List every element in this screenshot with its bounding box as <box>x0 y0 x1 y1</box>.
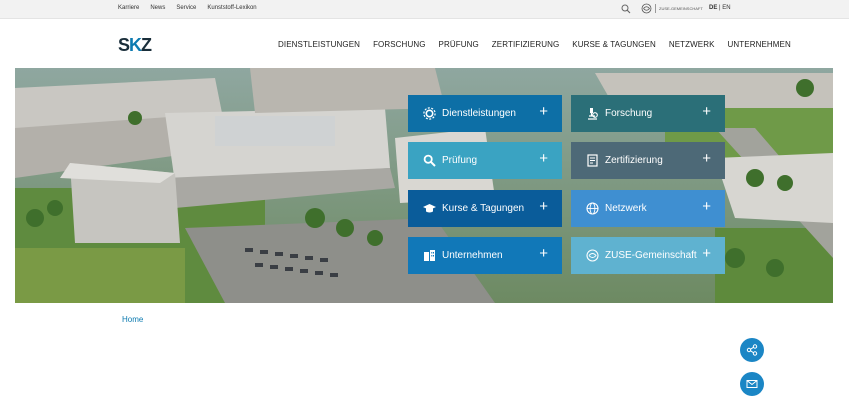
certificate-icon <box>587 154 598 167</box>
nav-kurse-tagungen[interactable]: KURSE & TAGUNGEN <box>572 40 656 49</box>
building-icon <box>424 250 435 261</box>
top-bar: Karriere News Service Kunststoff-Lexikon… <box>0 0 849 19</box>
plus-icon: + <box>702 150 711 167</box>
top-link-service[interactable]: Service <box>176 5 196 11</box>
zuse-icon <box>586 249 599 262</box>
top-link-lexikon[interactable]: Kunststoff-Lexikon <box>207 5 256 11</box>
plus-icon: + <box>539 245 548 262</box>
nav-zertifizierung[interactable]: ZERTIFIZIERUNG <box>492 40 559 49</box>
nav-forschung[interactable]: FORSCHUNG <box>373 40 425 49</box>
plus-icon: + <box>539 198 548 215</box>
lang-separator: | <box>719 5 721 11</box>
skz-logo[interactable]: SKZ <box>118 35 152 56</box>
main-nav: DIENSTLEISTUNGEN FORSCHUNG PRÜFUNG ZERTI… <box>278 40 791 49</box>
hero-aerial-image: Dienstleistungen + Forschung + Prüfung +… <box>15 68 833 303</box>
top-link-karriere[interactable]: Karriere <box>118 5 139 11</box>
tile-kurse-tagungen[interactable]: Kurse & Tagungen + <box>408 190 562 227</box>
magnifier-icon <box>423 154 436 167</box>
tile-netzwerk[interactable]: Netzwerk + <box>571 190 725 227</box>
tile-unternehmen[interactable]: Unternehmen + <box>408 237 562 274</box>
lang-de[interactable]: DE <box>709 5 717 11</box>
nav-netzwerk[interactable]: NETZWERK <box>669 40 715 49</box>
language-switch: DE | EN <box>709 5 731 11</box>
tile-dienstleistungen[interactable]: Dienstleistungen + <box>408 95 562 132</box>
plus-icon: + <box>702 103 711 120</box>
tile-zertifizierung[interactable]: Zertifizierung + <box>571 142 725 179</box>
email-button[interactable] <box>740 372 764 396</box>
lang-en[interactable]: EN <box>722 5 730 11</box>
nav-pruefung[interactable]: PRÜFUNG <box>439 40 479 49</box>
microscope-icon <box>588 108 598 120</box>
tile-pruefung[interactable]: Prüfung + <box>408 142 562 179</box>
graduation-cap-icon <box>423 204 436 213</box>
plus-icon: + <box>702 198 711 215</box>
plus-icon: + <box>702 245 711 262</box>
zuse-link[interactable]: ZUSE-GEMEINSCHAFT <box>641 3 703 14</box>
tile-zuse-gemeinschaft[interactable]: ZUSE-Gemeinschaft + <box>571 237 725 274</box>
share-icon <box>746 344 758 356</box>
zuse-label: ZUSE-GEMEINSCHAFT <box>659 6 703 11</box>
share-button[interactable] <box>740 338 764 362</box>
nav-dienstleistungen[interactable]: DIENSTLEISTUNGEN <box>278 40 360 49</box>
globe-icon <box>586 202 599 215</box>
top-links: Karriere News Service Kunststoff-Lexikon <box>118 5 257 11</box>
search-icon[interactable] <box>621 4 631 14</box>
main-header: SKZ DIENSTLEISTUNGEN FORSCHUNG PRÜFUNG Z… <box>0 19 849 68</box>
gears-icon <box>423 107 436 120</box>
breadcrumb-home[interactable]: Home <box>122 315 143 324</box>
envelope-icon <box>746 380 758 388</box>
plus-icon: + <box>539 103 548 120</box>
plus-icon: + <box>539 150 548 167</box>
nav-unternehmen[interactable]: UNTERNEHMEN <box>728 40 791 49</box>
top-link-news[interactable]: News <box>150 5 165 11</box>
zuse-icon <box>641 3 652 14</box>
tile-forschung[interactable]: Forschung + <box>571 95 725 132</box>
